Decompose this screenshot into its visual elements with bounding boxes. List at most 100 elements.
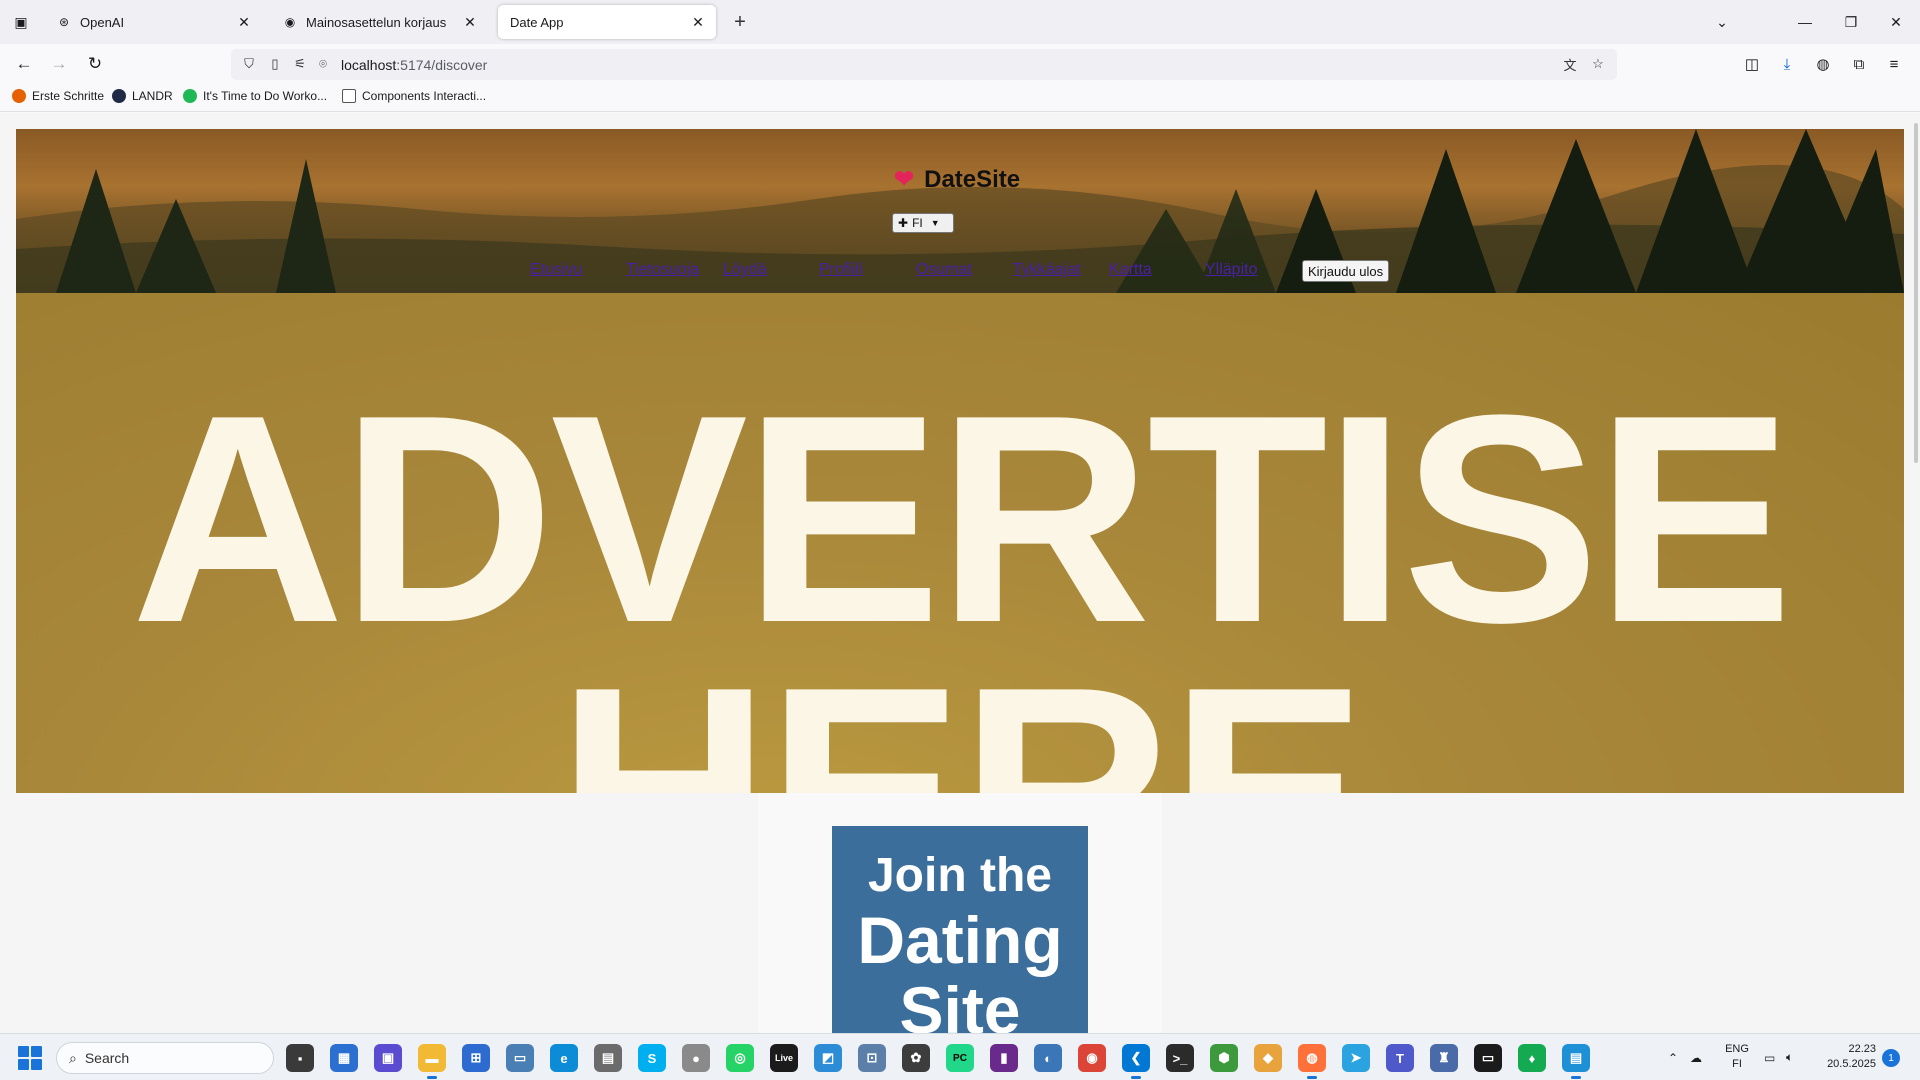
new-tab-icon[interactable]: + xyxy=(727,9,753,35)
microphone-icon[interactable]: ● xyxy=(682,1044,710,1072)
ad-banner[interactable]: ADVERTISE HERE xyxy=(16,293,1904,793)
visual-studio-icon[interactable]: ▮ xyxy=(990,1044,1018,1072)
spotify-icon xyxy=(183,89,197,103)
widgets-icon[interactable]: ▦ xyxy=(330,1044,358,1072)
site-brand[interactable]: ❤ DateSite xyxy=(894,165,1020,194)
show-hidden-icons[interactable]: ⌃ xyxy=(1668,1034,1678,1080)
account-icon[interactable]: ◍ xyxy=(1811,52,1835,76)
taskbar-search[interactable]: ⌕ Search xyxy=(56,1042,274,1074)
mongodb-icon[interactable]: ♦ xyxy=(1518,1044,1546,1072)
postgres-icon[interactable]: ♜ xyxy=(1430,1044,1458,1072)
tab-list-icon[interactable]: ▣ xyxy=(8,9,34,35)
telegram-icon[interactable]: ➤ xyxy=(1342,1044,1370,1072)
language-select[interactable]: ✚ FI ▼ xyxy=(892,213,954,233)
terminal-icon[interactable]: >_ xyxy=(1166,1044,1194,1072)
python-icon[interactable]: ◐ xyxy=(1034,1044,1062,1072)
chrome-icon[interactable]: ◉ xyxy=(1078,1044,1106,1072)
notification-badge[interactable]: 1 xyxy=(1882,1049,1900,1067)
git-icon[interactable]: ◆ xyxy=(1254,1044,1282,1072)
lang-bottom: FI xyxy=(1732,1058,1742,1070)
reload-icon[interactable]: ↻ xyxy=(81,50,109,78)
bookmark-star-icon[interactable]: ☆ xyxy=(1589,55,1607,73)
page-icon[interactable]: ▯ xyxy=(266,55,284,73)
restore-icon[interactable]: ❐ xyxy=(1836,8,1866,36)
menu-icon[interactable]: ≡ xyxy=(1882,52,1906,76)
network-icon[interactable]: ⊡ xyxy=(858,1044,886,1072)
logout-button[interactable]: Kirjaudu ulos xyxy=(1302,260,1390,282)
tab-mainosasettelun[interactable]: ◉ Mainosasettelun korjaus ✕ xyxy=(270,5,488,39)
close-icon[interactable]: ✕ xyxy=(688,12,708,32)
window-close-icon[interactable]: ✕ xyxy=(1881,8,1911,36)
nav-link-loyda[interactable]: Löydä xyxy=(723,261,767,279)
pocket-icon[interactable]: ◫ xyxy=(1740,52,1764,76)
nav-link-yllapito[interactable]: Ylläpito xyxy=(1205,261,1257,279)
ad-headline-line1: ADVERTISE xyxy=(130,353,1793,684)
ableton-live-icon[interactable]: Live xyxy=(770,1044,798,1072)
location-icon[interactable]: ⌾ xyxy=(314,55,332,73)
minimize-icon[interactable]: — xyxy=(1790,8,1820,36)
clock[interactable]: 22.23 20.5.2025 xyxy=(1812,1042,1876,1072)
teams-icon[interactable]: T xyxy=(1386,1044,1414,1072)
scrollbar[interactable] xyxy=(1914,123,1918,463)
close-icon[interactable]: ✕ xyxy=(234,12,254,32)
nav-link-tykkaajat[interactable]: Tykkäajat xyxy=(1013,261,1081,279)
display-icon[interactable]: ▭ xyxy=(1764,1034,1775,1080)
edge-icon[interactable]: e xyxy=(550,1044,578,1072)
calculator-icon[interactable]: ▤ xyxy=(594,1044,622,1072)
bookmark-components[interactable]: Components Interacti... xyxy=(342,89,486,103)
openai-app-icon[interactable]: ✿ xyxy=(902,1044,930,1072)
promo-line2: Dating xyxy=(857,903,1063,977)
tab-overflow-chevron-icon[interactable]: ⌄ xyxy=(1707,8,1737,36)
tab-openai[interactable]: ⊛ OpenAI ✕ xyxy=(44,5,262,39)
shield-icon[interactable]: ⛉ xyxy=(240,55,258,73)
windows-start-icon[interactable] xyxy=(18,1046,42,1070)
outlook-icon[interactable]: ◩ xyxy=(814,1044,842,1072)
url-text[interactable]: localhost:5174/discover xyxy=(341,57,487,73)
bookmark-erste-schritte[interactable]: Erste Schritte xyxy=(12,89,104,103)
bookmark-label: LANDR xyxy=(132,89,173,103)
vscode-icon[interactable]: ❮ xyxy=(1122,1044,1150,1079)
forward-icon[interactable]: → xyxy=(45,50,73,78)
site-header: ❤ DateSite ✚ FI ▼ Etusivu Tietosuoja Löy… xyxy=(16,129,1904,293)
whatsapp-icon[interactable]: ◎ xyxy=(726,1044,754,1072)
remote-desktop-icon[interactable]: ▭ xyxy=(506,1044,534,1072)
tab-title: Mainosasettelun korjaus xyxy=(306,14,447,30)
nav-link-osumat[interactable]: Osumat xyxy=(916,261,972,279)
extensions-icon[interactable]: ⧉ xyxy=(1847,52,1871,76)
lang-top: ENG xyxy=(1725,1043,1749,1055)
heart-icon: ❤ xyxy=(894,166,915,193)
firefox-icon xyxy=(12,89,26,103)
nodejs-icon[interactable]: ⬢ xyxy=(1210,1044,1238,1072)
firefox-taskbar-icon[interactable]: ◍ xyxy=(1298,1044,1326,1079)
permissions-icon[interactable]: ⚟ xyxy=(291,55,309,73)
bookmark-landr[interactable]: LANDR xyxy=(112,89,173,103)
url-bar[interactable]: ⛉ ▯ ⚟ ⌾ localhost:5174/discover 文 ☆ xyxy=(231,49,1617,80)
bookmark-label: It's Time to Do Worko... xyxy=(203,89,328,103)
store-icon[interactable]: ⊞ xyxy=(462,1044,490,1072)
url-host: localhost xyxy=(341,57,397,73)
bookmarks-bar: Erste Schritte LANDR It's Time to Do Wor… xyxy=(0,84,1920,112)
skype-icon[interactable]: S xyxy=(638,1044,666,1072)
onedrive-icon[interactable]: ☁ xyxy=(1690,1034,1702,1080)
task-view-icon[interactable]: ▪ xyxy=(286,1044,314,1072)
nav-link-tietosuoja[interactable]: Tietosuoja xyxy=(626,261,699,279)
pycharm-icon[interactable]: PC xyxy=(946,1044,974,1072)
nav-link-profiili[interactable]: Profiili xyxy=(819,261,863,279)
tab-date-app[interactable]: Date App ✕ xyxy=(498,5,716,39)
bookmark-label: Erste Schritte xyxy=(32,89,105,103)
back-icon[interactable]: ← xyxy=(10,50,38,78)
nav-link-kartta[interactable]: Kartta xyxy=(1109,261,1152,279)
volume-icon[interactable]: 🔈︎ xyxy=(1786,1034,1793,1080)
download-icon[interactable]: ⤓ xyxy=(1775,52,1799,76)
translate-icon[interactable]: 文 xyxy=(1561,55,1579,73)
language-value: FI xyxy=(912,216,923,230)
nav-link-etusivu[interactable]: Etusivu xyxy=(530,261,582,279)
cmd-icon[interactable]: ▭ xyxy=(1474,1044,1502,1072)
teams-chat-icon[interactable]: ▣ xyxy=(374,1044,402,1072)
join-promo-card[interactable]: Join the Dating Site xyxy=(832,826,1088,1033)
bookmark-workout[interactable]: It's Time to Do Worko... xyxy=(183,89,327,103)
notepad-icon[interactable]: ▤ xyxy=(1562,1044,1590,1079)
input-language[interactable]: ENG FI xyxy=(1722,1042,1752,1072)
close-icon[interactable]: ✕ xyxy=(460,12,480,32)
file-explorer-icon[interactable]: ▬ xyxy=(418,1044,446,1079)
